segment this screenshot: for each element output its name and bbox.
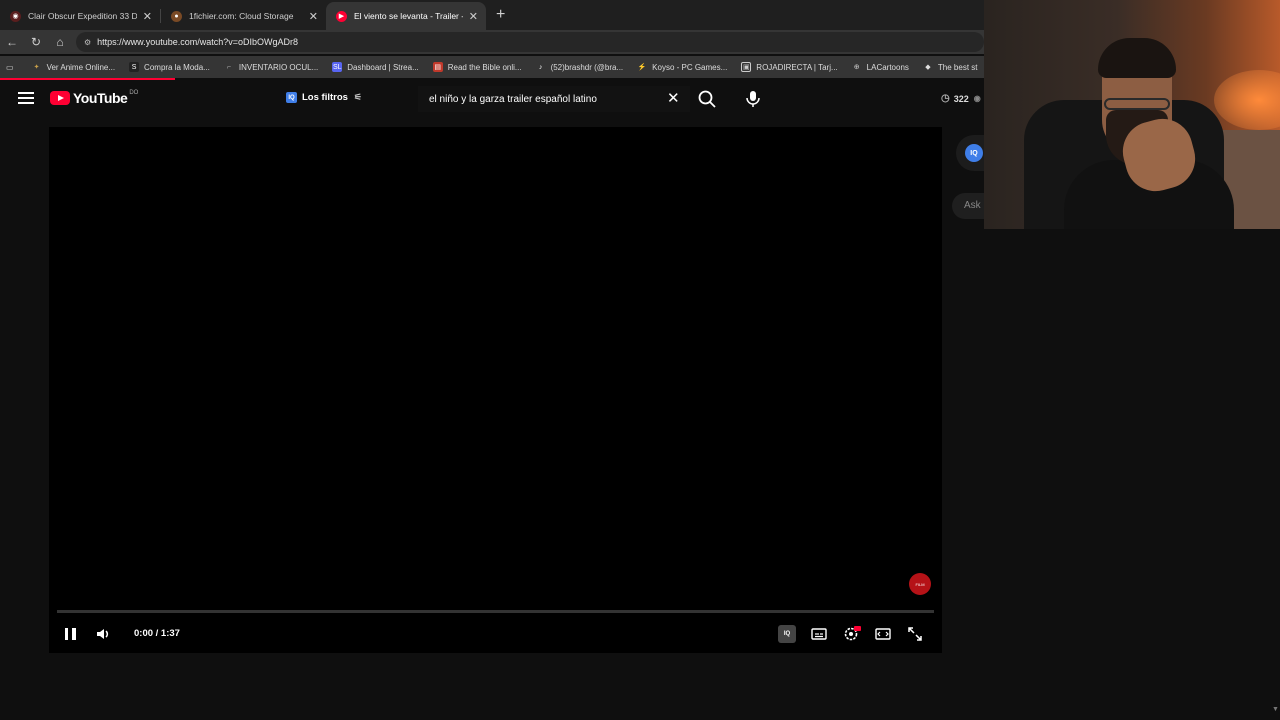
tab-title: El viento se levanta - Trailer - YouT <box>354 11 463 21</box>
glasses-icon: ⌐ <box>226 63 231 71</box>
bookmark-label: The best st <box>937 62 978 72</box>
url-text: https://www.youtube.com/watch?v=oDIbOWgA… <box>97 37 299 47</box>
site-info-icon[interactable]: ⚙ <box>84 38 91 47</box>
bookmark-label: Read the Bible onli... <box>447 62 522 72</box>
video-player[interactable]: FILM 0:00 / 1:37 IQ <box>49 127 942 653</box>
close-tab-icon[interactable]: ✕ <box>469 10 478 23</box>
youtube-wordmark: YouTube <box>73 90 128 106</box>
bookmark-label: Koyso - PC Games... <box>652 62 728 72</box>
bookmark-label: INVENTARIO OCUL... <box>238 62 319 72</box>
sl-icon: SL <box>332 62 343 72</box>
back-button[interactable]: ← <box>0 35 24 49</box>
bookmark-item[interactable]: ▣ ROJADIRECTA | Tarj... <box>741 62 838 72</box>
volume-icon[interactable] <box>94 625 112 643</box>
clear-search-icon[interactable]: ✕ <box>667 89 680 107</box>
scroll-down-arrow-icon[interactable]: ▼ <box>1272 706 1279 713</box>
search-query-text: el niño y la garza trailer español latin… <box>429 93 597 105</box>
1fichier-favicon-icon: ● <box>171 10 182 22</box>
fullscreen-icon[interactable] <box>906 625 924 643</box>
close-tab-icon[interactable]: ✕ <box>309 10 318 23</box>
bible-icon: ▤ <box>432 62 443 72</box>
eye-icon: ◉ <box>973 94 981 103</box>
miniplayer-icon[interactable] <box>874 625 892 643</box>
browser-tab-1[interactable]: ◉ Clair Obscur Expedition 33 Deluxe ✕ <box>0 2 160 30</box>
koyso-icon: ⚡ <box>637 64 647 71</box>
bookmark-label: (52)brashdr (@bra... <box>550 62 624 72</box>
bookmark-item[interactable]: ✦ Ver Anime Online... <box>32 62 115 72</box>
subtitles-icon[interactable] <box>810 625 828 643</box>
bookmark-label: Ver Anime Online... <box>46 62 116 72</box>
bookmark-item[interactable]: ♪ (52)brashdr (@bra... <box>536 62 624 72</box>
tab-title: 1fichier.com: Cloud Storage <box>189 11 294 21</box>
hamburger-menu-icon[interactable] <box>18 92 34 106</box>
browser-tab-3-active[interactable]: ▶ El viento se levanta - Trailer - YouT … <box>326 2 486 30</box>
tab-title: Clair Obscur Expedition 33 Deluxe <box>28 11 137 21</box>
youtube-logo[interactable]: YouTube DO <box>50 90 138 106</box>
filter-sliders-icon: ⚟ <box>353 92 362 102</box>
bookmark-item[interactable]: ⚡ Koyso - PC Games... <box>637 62 728 72</box>
bookmark-item[interactable]: SL Dashboard | Strea... <box>332 62 419 72</box>
address-bar[interactable]: ⚙ https://www.youtube.com/watch?v=oDIbOW… <box>76 32 984 52</box>
reload-button[interactable]: ↻ <box>24 35 48 49</box>
settings-gear-icon[interactable] <box>842 625 862 643</box>
lamp-glow <box>1214 70 1280 130</box>
webcam-overlay <box>984 0 1280 229</box>
bookmark-item[interactable]: ⌐ INVENTARIO OCUL... <box>224 62 318 72</box>
iq-extension-icon: IQ <box>286 92 297 103</box>
bookmark-item[interactable]: ◆ The best st <box>923 62 978 72</box>
person-glasses <box>1104 98 1170 110</box>
search-input[interactable]: el niño y la garza trailer español latin… <box>418 86 690 112</box>
time-display: 0:00 / 1:37 <box>134 628 180 639</box>
bookmark-label: LACartoons <box>866 62 909 72</box>
filters-button[interactable]: IQ Los filtros ⚟ <box>286 92 362 103</box>
globe-icon: ⊕ <box>853 64 860 71</box>
view-counter: ◷ 322 ◉ <box>941 93 981 104</box>
player-controls: 0:00 / 1:37 IQ <box>49 619 942 649</box>
bookmark-item[interactable]: S Compra la Moda... <box>129 62 210 72</box>
pause-button[interactable] <box>61 625 79 643</box>
new-tab-button[interactable]: + <box>496 6 505 24</box>
channel-watermark-icon[interactable]: FILM <box>909 573 931 595</box>
diamond-icon: ◆ <box>925 64 931 71</box>
iq-player-icon[interactable]: IQ <box>778 625 796 643</box>
tiktok-icon: ♪ <box>538 63 543 71</box>
country-code: DO <box>129 90 139 96</box>
browser-tab-2[interactable]: ● 1fichier.com: Cloud Storage ✕ <box>161 2 326 30</box>
close-tab-icon[interactable]: ✕ <box>143 10 152 23</box>
progress-bar[interactable] <box>57 610 934 613</box>
home-button[interactable]: ⌂ <box>48 35 72 49</box>
microphone-icon[interactable] <box>742 88 764 110</box>
bookmark-item[interactable]: ⊕ LACartoons <box>852 62 909 72</box>
search-icon[interactable] <box>696 88 718 110</box>
clair-obscur-favicon-icon: ◉ <box>10 10 21 22</box>
person-hair <box>1098 38 1176 78</box>
iq-badge: IQ <box>965 144 983 162</box>
history-clock-icon: ◷ <box>941 93 950 104</box>
bookmark-label: Dashboard | Strea... <box>347 62 419 72</box>
bookmark-label: ROJADIRECTA | Tarj... <box>756 62 838 72</box>
anime-icon: ✦ <box>33 64 40 71</box>
youtube-favicon-icon: ▶ <box>336 10 347 22</box>
youtube-play-logo-icon <box>50 91 70 105</box>
filters-label: Los filtros <box>302 92 348 103</box>
bookmarks-menu-icon[interactable]: ▭ <box>6 63 14 72</box>
bookmark-item[interactable]: ▤ Read the Bible onli... <box>432 62 522 72</box>
bookmark-label: Compra la Moda... <box>144 62 210 72</box>
views-count: 322 <box>953 93 969 104</box>
rojadirecta-icon: ▣ <box>741 62 752 72</box>
s-icon: S <box>129 62 140 72</box>
